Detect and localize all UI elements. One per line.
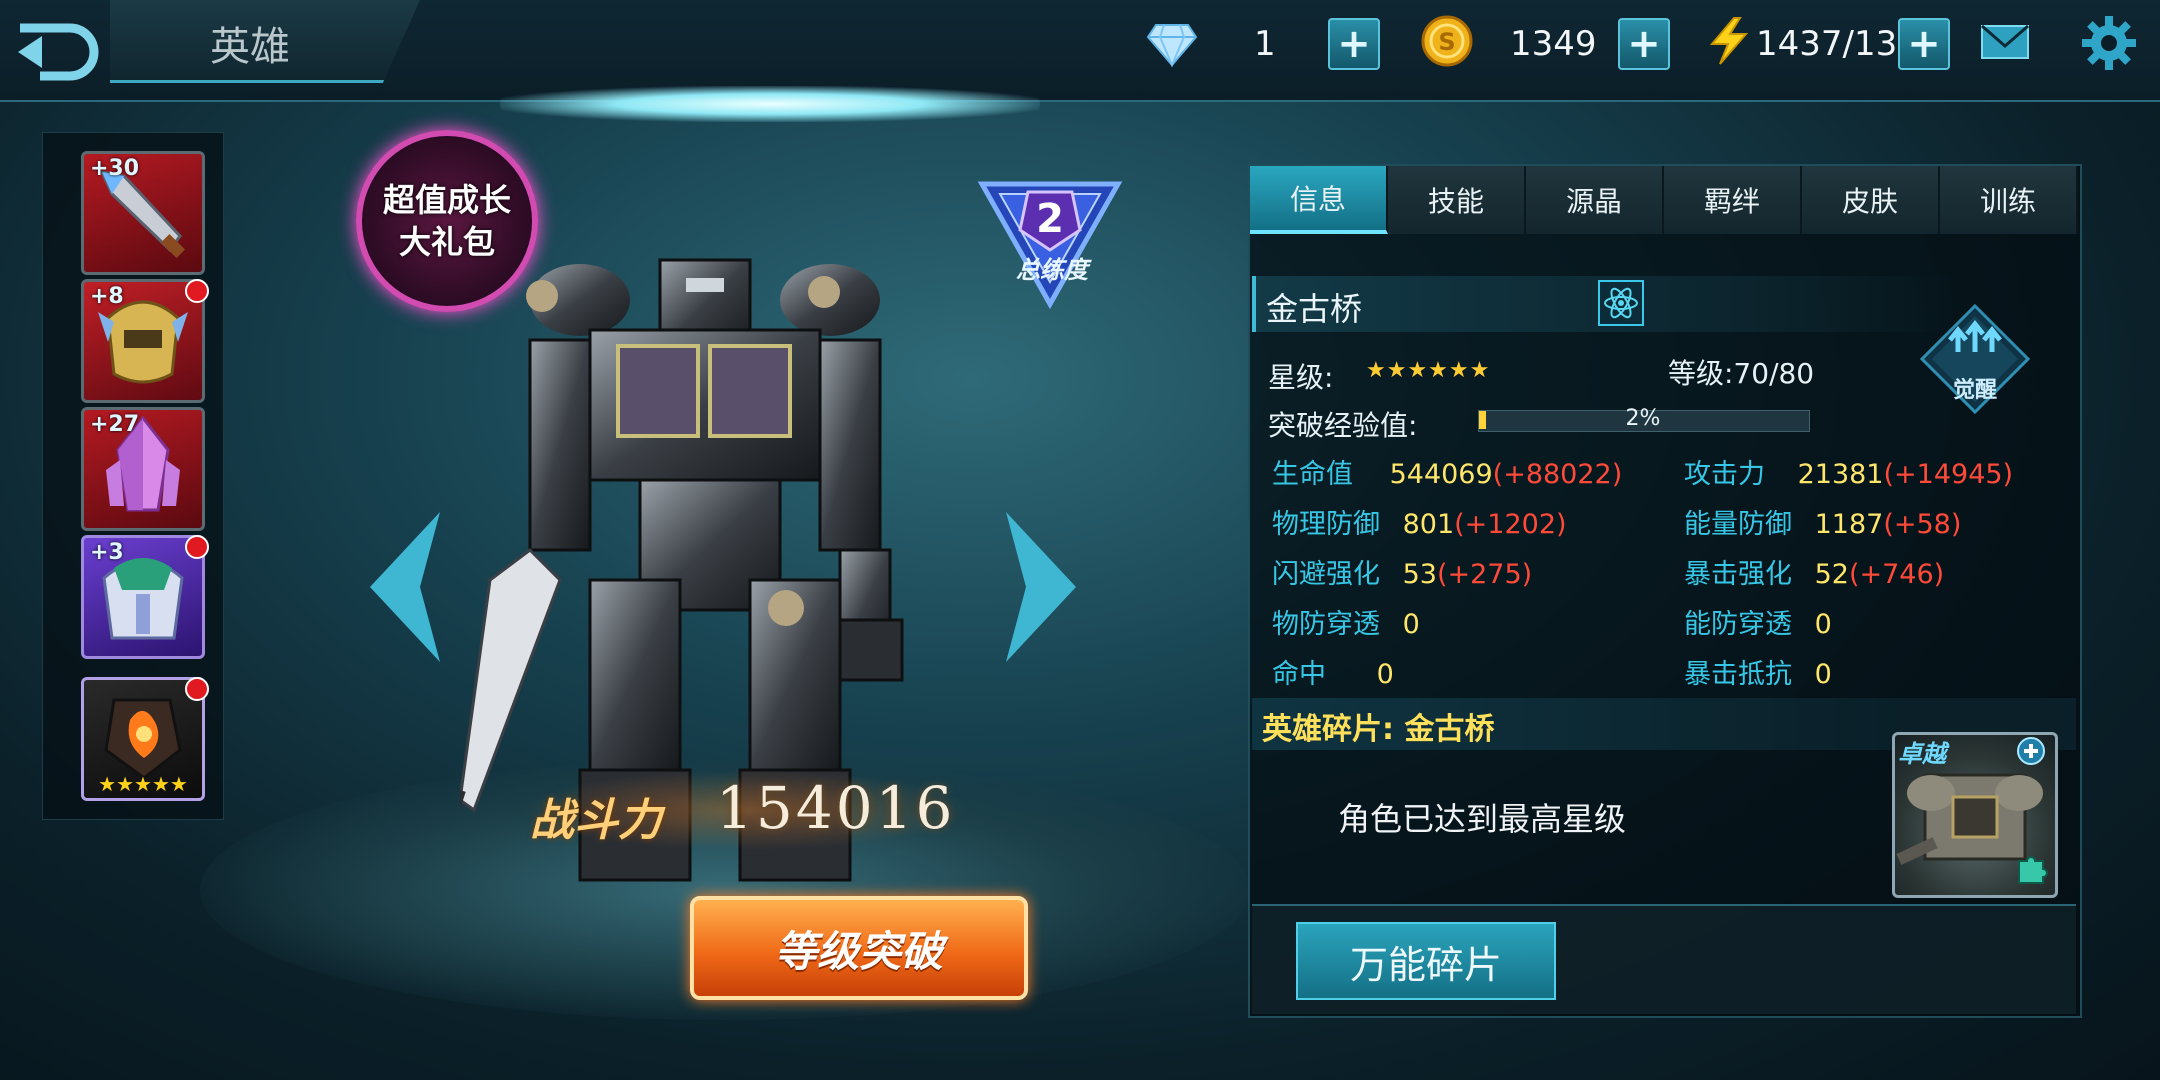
max-star-message: 角色已达到最高星级 [1338,800,1627,838]
stat-energy-defense-value: 1187 [1814,509,1884,540]
equipment-stars: ★★★★★ [98,772,188,796]
stat-physical-defense-label: 物理防御 [1272,509,1380,540]
stat-attack-label: 攻击力 [1684,459,1765,490]
equipment-level: +8 [90,284,124,309]
stat-hp-bonus: (+88022) [1492,459,1623,490]
add-gold-button[interactable]: + [1618,18,1670,70]
equipment-slot-crystal[interactable]: +27 [81,407,205,531]
tab-skills[interactable]: 技能 [1388,166,1526,234]
fragment-card-label: 卓越 [1898,740,1946,768]
gear-icon[interactable] [2080,14,2138,72]
breakthrough-exp-percent: 2% [1625,406,1661,431]
combat-power-value: 154016 [716,774,956,842]
hero-stars: ★★★★★★ [1366,358,1491,383]
stat-crit-bonus: (+746) [1848,559,1945,590]
stat-hit: 命中 0 [1272,652,1394,691]
page-title: 英雄 [210,24,290,70]
stat-physical-defense-value: 801 [1402,509,1455,540]
hero-tabs: 信息 技能 源晶 羁绊 皮肤 训练 [1250,166,2078,234]
ceiling-light [500,86,1040,122]
atom-icon [1598,280,1644,326]
stat-energy-defense-label: 能量防御 [1684,509,1792,540]
awaken-label: 觉醒 [1952,378,1997,403]
stat-physical-defense-bonus: (+1202) [1454,509,1567,540]
stat-physical-penetration-value: 0 [1402,609,1420,640]
puzzle-piece-icon [2018,856,2048,884]
equipment-level: +30 [90,156,140,181]
equipment-level: +27 [90,412,140,437]
stat-hit-label: 命中 [1272,659,1326,690]
stat-energy-penetration-value: 0 [1814,609,1832,640]
stat-attack: 攻击力 21381(+14945) [1684,452,2013,491]
training-level-label: 总练度 [1016,256,1088,284]
stat-hp-label: 生命值 [1272,459,1353,490]
star-label: 星级: [1268,361,1334,394]
stat-energy-penetration-label: 能防穿透 [1684,609,1792,640]
stat-crit-resist-label: 暴击抵抗 [1684,659,1792,690]
stat-attack-bonus: (+14945) [1883,459,2014,490]
stat-dodge-label: 闪避强化 [1272,559,1380,590]
stat-crit-resist: 暴击抵抗 0 [1684,652,1832,691]
stat-hp-value: 544069 [1389,459,1493,490]
hero-fragment-title: 英雄碎片: 金古桥 [1262,712,1495,747]
level-breakthrough-label: 等级突破 [774,926,943,976]
diamond-resource [1146,14,1198,74]
lightning-icon [1709,17,1749,65]
universal-fragment-button[interactable]: 万能碎片 [1296,922,1556,1000]
tab-training[interactable]: 训练 [1940,166,2078,234]
back-icon[interactable] [10,18,100,84]
stat-dodge-bonus: (+275) [1436,559,1533,590]
training-level-number: 2 [1036,196,1064,242]
gift-pack-title: 超值成长 [382,181,511,219]
hero-level: 等级:70/80 [1668,357,1815,390]
diamond-icon [1146,24,1198,67]
tab-info[interactable]: 信息 [1250,166,1388,234]
gold-coin-icon: S [1421,15,1473,67]
universal-fragment-label: 万能碎片 [1349,942,1502,987]
stat-crit-value: 52 [1814,559,1849,590]
exp-label: 突破经验值: [1268,409,1418,442]
stat-crit-resist-value: 0 [1814,659,1832,690]
gold-count: 1349 [1510,24,1597,64]
stat-dodge-value: 53 [1402,559,1437,590]
equipment-slot-weapon[interactable]: +30 [81,151,205,275]
stat-energy-defense-bonus: (+58) [1883,509,1962,540]
tab-bonds[interactable]: 羁绊 [1664,166,1802,234]
stat-hp: 生命值 544069(+88022) [1272,452,1622,491]
svg-text:S: S [1438,28,1455,56]
add-energy-button[interactable]: + [1898,18,1950,70]
add-fragment-icon[interactable] [2015,735,2047,767]
add-diamond-button[interactable]: + [1328,18,1380,70]
stat-crit: 暴击强化 52(+746) [1684,552,1944,591]
notification-dot [185,677,209,701]
previous-hero-arrow[interactable] [370,512,450,662]
energy-count: 1437/130 [1756,24,1919,64]
diamond-count: 1 [1254,24,1276,64]
combat-power-label: 战斗力 [530,795,662,846]
stat-attack-value: 21381 [1797,459,1884,490]
hero-name: 金古桥 [1266,290,1363,328]
notification-dot [185,279,209,303]
notification-dot [185,535,209,559]
tab-skins[interactable]: 皮肤 [1802,166,1940,234]
stat-physical-defense: 物理防御 801(+1202) [1272,502,1567,541]
stat-physical-penetration: 物防穿透 0 [1272,602,1420,641]
next-hero-arrow[interactable] [996,512,1076,662]
stat-dodge: 闪避强化 53(+275) [1272,552,1532,591]
stat-energy-defense: 能量防御 1187(+58) [1684,502,1961,541]
tab-source-crystal[interactable]: 源晶 [1526,166,1664,234]
stat-crit-label: 暴击强化 [1684,559,1792,590]
equipment-level: +3 [90,540,124,565]
mail-icon[interactable] [1980,22,2030,62]
level-breakthrough-button[interactable]: 等级突破 [690,896,1028,1000]
stat-physical-penetration-label: 物防穿透 [1272,609,1380,640]
stat-energy-penetration: 能防穿透 0 [1684,602,1832,641]
equipment-panel: +30 +8 +27 +3 ★★★★★ [42,132,224,820]
stat-hit-value: 0 [1376,659,1394,690]
